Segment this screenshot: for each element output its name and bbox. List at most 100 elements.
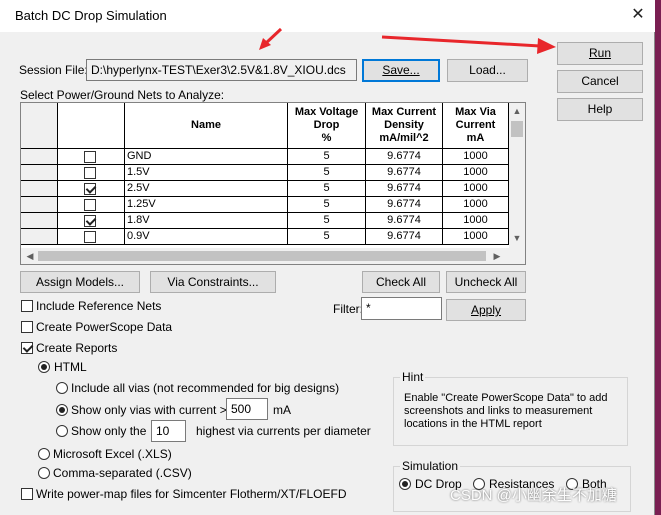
check-all-button[interactable]: Check All — [362, 271, 440, 293]
include-all-vias-radio[interactable] — [56, 382, 68, 394]
include-reference-nets-checkbox[interactable] — [21, 300, 33, 312]
vertical-scroll-thumb[interactable] — [511, 121, 523, 137]
create-reports-label: Create Reports — [36, 341, 118, 355]
check-all-label: Check All — [375, 275, 427, 289]
excel-label: Microsoft Excel (.XLS) — [53, 447, 172, 461]
net-select-checkbox[interactable] — [84, 167, 96, 179]
max-via-current-cell[interactable]: 1000 — [443, 197, 509, 213]
row-header — [21, 197, 58, 213]
assign-models-button[interactable]: Assign Models... — [20, 271, 140, 293]
create-reports-checkbox[interactable] — [21, 342, 33, 354]
check-column-header — [58, 103, 125, 149]
net-name-cell[interactable]: 0.9V — [125, 229, 288, 245]
row-checkbox-cell[interactable] — [58, 197, 125, 213]
column-header-max-via-current-text: Max Via Current mA — [455, 106, 496, 145]
create-powerscope-checkbox[interactable] — [21, 321, 33, 333]
column-header-max-via-current[interactable]: Max Via Current mA — [443, 103, 509, 149]
horizontal-scrollbar[interactable]: ◀ ▶ — [21, 248, 525, 264]
column-header-line: mA/mil^2 — [379, 132, 429, 144]
column-header-line: Max Current — [371, 106, 437, 118]
excel-radio[interactable] — [38, 448, 50, 460]
max-current-density-cell[interactable]: 9.6774 — [366, 213, 443, 229]
csv-radio[interactable] — [38, 467, 50, 479]
load-button[interactable]: Load... — [447, 59, 528, 82]
filter-input[interactable]: * — [361, 297, 442, 320]
column-header-name[interactable]: Name — [125, 103, 288, 149]
max-via-current-cell[interactable]: 1000 — [443, 213, 509, 229]
max-via-current-cell[interactable]: 1000 — [443, 149, 509, 165]
hint-group: Hint Enable "Create PowerScope Data" to … — [393, 370, 628, 446]
cancel-button-label: Cancel — [581, 74, 619, 88]
max-voltage-drop-cell[interactable]: 5 — [288, 181, 366, 197]
html-radio[interactable] — [38, 361, 50, 373]
cancel-button[interactable]: Cancel — [557, 70, 643, 93]
row-checkbox-cell[interactable] — [58, 229, 125, 245]
net-select-checkbox[interactable] — [84, 199, 96, 211]
row-checkbox-cell[interactable] — [58, 181, 125, 197]
row-header — [21, 229, 58, 245]
save-button[interactable]: Save... — [362, 59, 440, 82]
power-map-checkbox[interactable] — [21, 488, 33, 500]
row-checkbox-cell[interactable] — [58, 213, 125, 229]
run-button[interactable]: Run — [557, 42, 643, 65]
scroll-right-icon[interactable]: ▶ — [491, 249, 503, 263]
net-name-cell[interactable]: 1.8V — [125, 213, 288, 229]
via-current-threshold-input[interactable]: 500 — [226, 398, 268, 420]
row-header-corner — [21, 103, 58, 149]
net-name-cell[interactable]: 1.25V — [125, 197, 288, 213]
max-voltage-drop-cell[interactable]: 5 — [288, 197, 366, 213]
max-current-density-cell[interactable]: 9.6774 — [366, 181, 443, 197]
uncheck-all-button[interactable]: Uncheck All — [446, 271, 526, 293]
row-checkbox-cell[interactable] — [58, 149, 125, 165]
net-name-cell[interactable]: 1.5V — [125, 165, 288, 181]
power-map-label: Write power-map files for Simcenter Flot… — [36, 487, 347, 501]
top-via-count-input[interactable]: 10 — [151, 420, 186, 442]
via-constraints-label: Via Constraints... — [167, 275, 259, 289]
watermark: CSDN @小幽余生不加糖 — [450, 487, 617, 504]
max-via-current-cell[interactable]: 1000 — [443, 229, 509, 245]
net-select-checkbox[interactable] — [84, 183, 96, 195]
session-file-label: Session File: — [19, 63, 88, 77]
html-label: HTML — [54, 360, 87, 374]
show-only-top-suffix: highest via currents per diameter — [196, 424, 371, 438]
csv-label: Comma-separated (.CSV) — [53, 466, 192, 480]
via-constraints-button[interactable]: Via Constraints... — [150, 271, 276, 293]
row-header — [21, 213, 58, 229]
column-header-line: Density — [384, 119, 424, 131]
horizontal-scroll-thumb[interactable] — [38, 251, 486, 261]
max-current-density-cell[interactable]: 9.6774 — [366, 229, 443, 245]
scroll-up-icon[interactable]: ▲ — [511, 106, 523, 118]
show-vias-current-radio[interactable] — [56, 404, 68, 416]
help-button[interactable]: Help — [557, 98, 643, 121]
max-current-density-cell[interactable]: 9.6774 — [366, 165, 443, 181]
net-name-cell[interactable]: 2.5V — [125, 181, 288, 197]
session-file-field[interactable]: D:\hyperlynx-TEST\Exer3\2.5V&1.8V_XIOU.d… — [86, 59, 357, 81]
dc-drop-radio[interactable] — [399, 478, 411, 490]
max-current-density-cell[interactable]: 9.6774 — [366, 149, 443, 165]
red-arrow-to-run-icon — [381, 35, 556, 54]
row-checkbox-cell[interactable] — [58, 165, 125, 181]
max-via-current-cell[interactable]: 1000 — [443, 165, 509, 181]
show-only-top-radio[interactable] — [56, 425, 68, 437]
scroll-left-icon[interactable]: ◀ — [24, 249, 36, 263]
apply-button[interactable]: Apply — [446, 299, 526, 321]
close-icon[interactable]: ✕ — [628, 5, 648, 25]
net-select-checkbox[interactable] — [84, 151, 96, 163]
assign-models-label: Assign Models... — [35, 275, 125, 289]
max-current-density-cell[interactable]: 9.6774 — [366, 197, 443, 213]
net-name-cell[interactable]: GND — [125, 149, 288, 165]
nets-table: Name Max Voltage Drop % Max Current Dens… — [20, 102, 526, 265]
max-voltage-drop-cell[interactable]: 5 — [288, 149, 366, 165]
vertical-scrollbar[interactable]: ▲ ▼ — [509, 103, 525, 248]
column-header-line: Current — [455, 119, 496, 131]
max-voltage-drop-cell[interactable]: 5 — [288, 213, 366, 229]
column-header-max-voltage-drop[interactable]: Max Voltage Drop % — [288, 103, 366, 149]
max-voltage-drop-cell[interactable]: 5 — [288, 165, 366, 181]
column-header-max-current-density[interactable]: Max Current Density mA/mil^2 — [366, 103, 443, 149]
scroll-down-icon[interactable]: ▼ — [511, 233, 523, 245]
batch-dc-drop-dialog: Batch DC Drop Simulation ✕ Session File:… — [0, 0, 655, 515]
max-via-current-cell[interactable]: 1000 — [443, 181, 509, 197]
net-select-checkbox[interactable] — [84, 215, 96, 227]
max-voltage-drop-cell[interactable]: 5 — [288, 229, 366, 245]
net-select-checkbox[interactable] — [84, 231, 96, 243]
